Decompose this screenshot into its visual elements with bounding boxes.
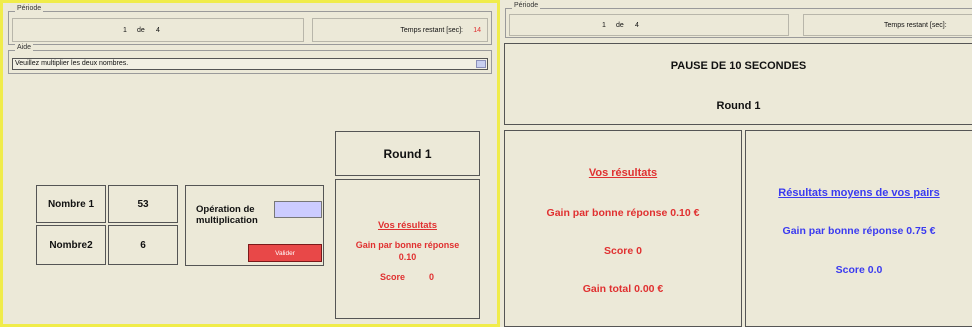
right-gain-total: Gain total 0.00 € <box>582 283 664 295</box>
score-label: Score <box>380 272 406 282</box>
aide-group: Aide Veuillez multiplier les deux nombre… <box>8 44 492 74</box>
temps-cell: Temps restant [sec]: 14 <box>312 18 488 42</box>
right-round-title: Round 1 <box>716 100 761 112</box>
vos-resultats-box: Vos résultats Gain par bonne réponse 0.1… <box>335 179 480 319</box>
right-vos-resultats-title: Vos résultats <box>588 167 658 179</box>
valider-label: Valider <box>275 249 295 257</box>
pairs-title: Résultats moyens de vos pairs <box>778 187 940 199</box>
nombre1-value: 53 <box>137 198 149 210</box>
right-gain: Gain par bonne réponse 0.10 € <box>546 207 700 219</box>
multiplication-input[interactable] <box>274 201 322 218</box>
operation-label: Opération de multiplication <box>196 204 258 226</box>
nombre2-label: Nombre2 <box>49 239 93 251</box>
periode-cell: 1 de 4 <box>12 18 304 42</box>
nombre2-label-cell: Nombre2 <box>36 225 106 265</box>
periode-total: 4 <box>156 27 160 34</box>
periode-de: de <box>137 27 145 34</box>
periode-legend: Période <box>15 5 44 12</box>
vos-resultats-title: Vos résultats <box>378 220 437 231</box>
pause-title: PAUSE DE 10 SECONDES <box>670 60 807 72</box>
right-periode-legend: Période <box>512 2 541 9</box>
right-vos-resultats-box: Vos résultats Gain par bonne réponse 0.1… <box>504 130 742 327</box>
right-periode-cell: 1 de 4 <box>509 14 789 36</box>
aide-scroll-button[interactable] <box>476 60 486 68</box>
right-window: Période 1 de 4 Temps restant [sec]: 8 PA… <box>500 0 972 327</box>
aide-textbox: Veuillez multiplier les deux nombres. <box>12 58 488 70</box>
gain-value: 0.10 <box>398 252 417 262</box>
aide-legend: Aide <box>15 44 34 51</box>
gain-label: Gain par bonne réponse <box>355 240 460 250</box>
nombre2-value-cell: 6 <box>108 225 178 265</box>
nombre1-label-cell: Nombre 1 <box>36 185 106 223</box>
right-temps-cell: Temps restant [sec]: 8 <box>803 14 972 36</box>
nombre2-value: 6 <box>140 239 146 251</box>
valider-button[interactable]: Valider <box>248 244 322 262</box>
pause-box: PAUSE DE 10 SECONDES Round 1 <box>504 43 972 125</box>
nombre1-label: Nombre 1 <box>47 198 95 210</box>
right-periode-de: de <box>616 22 624 29</box>
left-window: Période 1 de 4 Temps restant [sec]: 14 A… <box>0 0 500 327</box>
right-periode-total: 4 <box>635 22 639 29</box>
right-periode-current: 1 <box>602 22 606 29</box>
nombre1-value-cell: 53 <box>108 185 178 223</box>
aide-message: Veuillez multiplier les deux nombres. <box>15 60 129 67</box>
periode-group: Période 1 de 4 Temps restant [sec]: 14 <box>8 5 492 45</box>
temps-value: 14 <box>473 27 481 34</box>
score-value: 0 <box>429 272 435 282</box>
round-box: Round 1 <box>335 131 480 176</box>
pairs-box: Résultats moyens de vos pairs Gain par b… <box>745 130 972 327</box>
pairs-gain: Gain par bonne réponse 0.75 € <box>782 225 936 237</box>
pairs-score: Score 0.0 <box>835 264 883 276</box>
operation-panel: Opération de multiplication Valider <box>185 185 324 266</box>
round-title: Round 1 <box>383 146 432 161</box>
right-temps-label: Temps restant [sec]: <box>884 22 947 29</box>
periode-current: 1 <box>123 27 127 34</box>
temps-label: Temps restant [sec]: <box>400 27 463 34</box>
right-periode-group: Période 1 de 4 Temps restant [sec]: 8 <box>505 2 972 38</box>
right-score: Score 0 <box>604 245 642 257</box>
